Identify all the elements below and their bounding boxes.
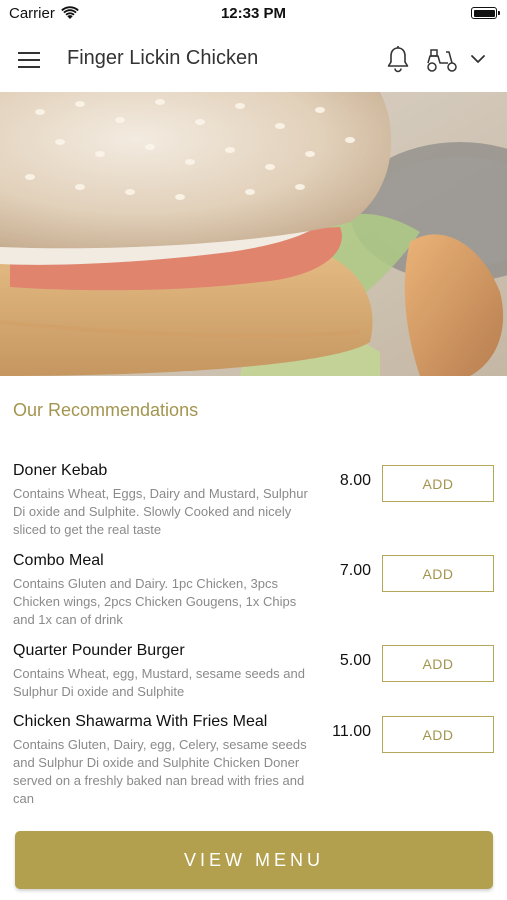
add-button[interactable]: ADD [382, 645, 494, 682]
item-description: Contains Wheat, egg, Mustard, sesame see… [13, 666, 305, 699]
item-price: 7.00 [339, 562, 371, 579]
bell-icon[interactable] [384, 44, 412, 74]
recommendations-list: Doner Kebab Contains Wheat, Eggs, Dairy … [0, 462, 507, 808]
item-name: Doner Kebab [13, 462, 108, 479]
list-item: Combo Meal Contains Gluten and Dairy. 1p… [0, 552, 507, 642]
section-title: Our Recommendations [13, 400, 199, 420]
list-item: Chicken Shawarma With Fries Meal Contain… [0, 713, 507, 808]
item-name: Quarter Pounder Burger [13, 642, 185, 659]
battery-icon [471, 7, 500, 19]
add-button[interactable]: ADD [382, 716, 494, 753]
item-price: 5.00 [339, 652, 371, 669]
list-item: Doner Kebab Contains Wheat, Eggs, Dairy … [0, 462, 507, 552]
hamburger-menu-icon[interactable] [18, 46, 48, 74]
clock: 12:33 PM [220, 5, 287, 22]
scooter-icon[interactable] [425, 46, 459, 74]
status-bar: Carrier 12:33 PM [0, 0, 507, 28]
item-description: Contains Gluten, Dairy, egg, Celery, ses… [13, 737, 307, 806]
page-title: Finger Lickin Chicken [67, 47, 259, 69]
item-price: 11.00 [332, 723, 371, 740]
view-menu-button[interactable]: VIEW MENU [15, 831, 493, 889]
chevron-down-icon[interactable] [468, 49, 488, 69]
item-description: Contains Gluten and Dairy. 1pc Chicken, … [13, 576, 297, 627]
item-name: Combo Meal [13, 552, 104, 569]
burger-illustration [0, 92, 507, 376]
add-button[interactable]: ADD [382, 465, 494, 502]
app-header: Finger Lickin Chicken [0, 28, 507, 92]
list-item: Quarter Pounder Burger Contains Wheat, e… [0, 642, 507, 713]
item-price: 8.00 [339, 472, 371, 489]
hero-food-image [0, 92, 507, 376]
add-button[interactable]: ADD [382, 555, 494, 592]
item-description: Contains Wheat, Eggs, Dairy and Mustard,… [13, 486, 308, 537]
item-name: Chicken Shawarma With Fries Meal [13, 713, 268, 730]
